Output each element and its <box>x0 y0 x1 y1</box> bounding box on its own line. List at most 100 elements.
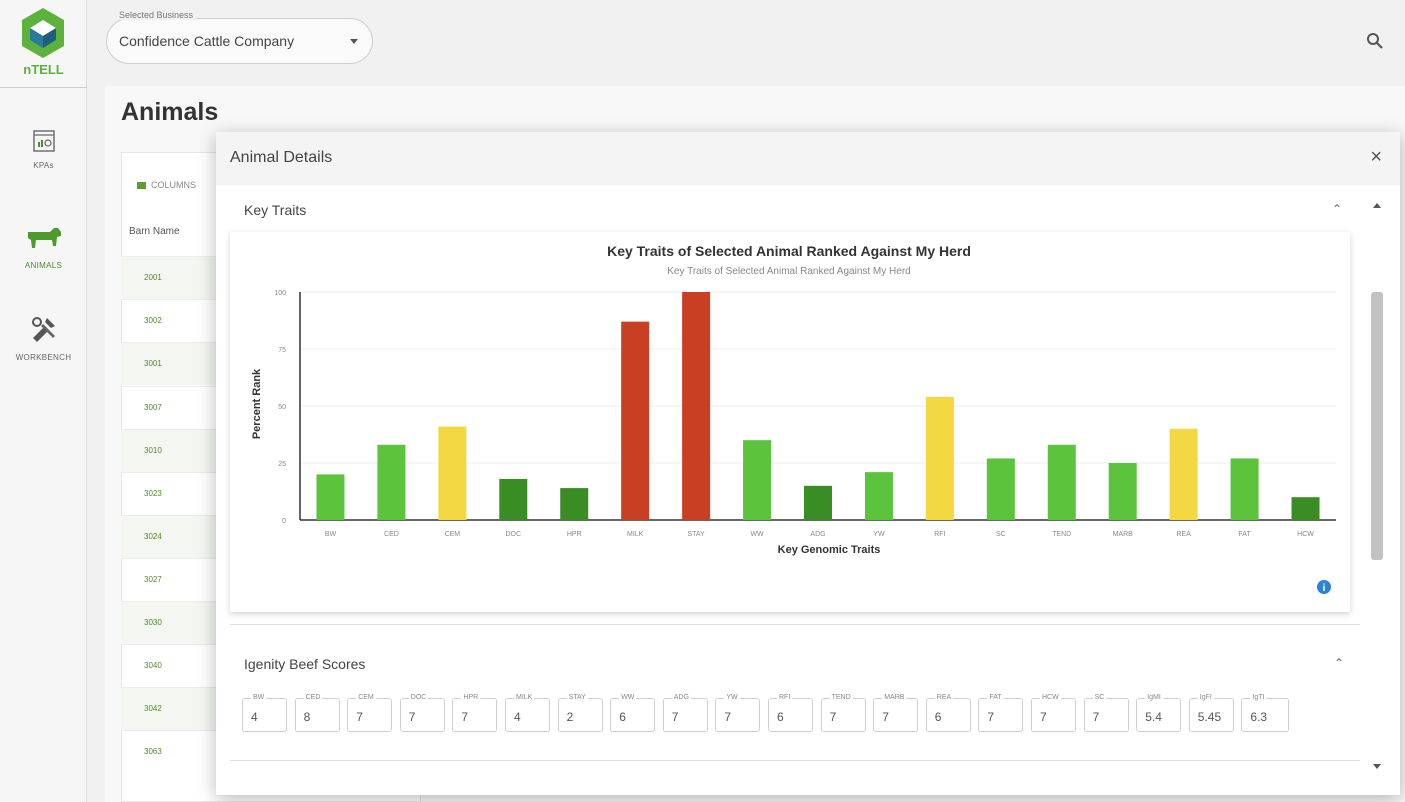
score-field-adg[interactable]: ADG 7 <box>662 693 708 732</box>
x-tick-label: BW <box>325 531 337 538</box>
score-field-igti[interactable]: IgTI 6.3 <box>1241 693 1290 732</box>
bar-ced[interactable] <box>377 444 406 520</box>
bar-milk[interactable] <box>621 321 650 520</box>
bar-adg[interactable] <box>804 485 832 520</box>
scrollbar-thumb[interactable] <box>1371 292 1383 560</box>
score-field-igmi[interactable]: IgMI 5.4 <box>1136 693 1182 732</box>
bar-tend[interactable] <box>1047 444 1076 520</box>
score-field-hcw[interactable]: HCW 7 <box>1031 693 1076 732</box>
x-tick-label: FAT <box>1238 531 1251 538</box>
barn-name-cell: 3002 <box>144 316 162 325</box>
score-field-label: IgTI <box>1250 693 1267 703</box>
bar-hpr[interactable] <box>560 488 589 520</box>
x-tick-label: SC <box>996 531 1006 538</box>
score-field-value: 5.45 <box>1197 710 1222 724</box>
scroll-up-arrow[interactable] <box>1373 203 1381 208</box>
score-field-label: HCW <box>1040 693 1061 703</box>
key-traits-title: Key Traits <box>244 202 307 218</box>
business-select[interactable]: Confidence Cattle Company <box>106 18 373 64</box>
logo[interactable]: nTELL <box>0 0 87 88</box>
bar-sc[interactable] <box>986 458 1015 520</box>
score-field-value: 6 <box>619 710 626 724</box>
score-field-cem[interactable]: CEM 7 <box>347 693 393 732</box>
score-field-ced[interactable]: CED 8 <box>294 693 340 732</box>
bar-rea[interactable] <box>1169 428 1198 520</box>
sidebar-item-animals[interactable]: ANIMALS <box>0 224 87 270</box>
section-divider <box>230 760 1360 761</box>
x-tick-label: CED <box>384 531 399 538</box>
columns-button[interactable]: COLUMNS <box>137 180 196 190</box>
score-field-value: 7 <box>1040 710 1047 724</box>
modal-header: Animal Details × <box>216 132 1400 185</box>
bar-doc[interactable] <box>499 478 528 520</box>
bar-rfi[interactable] <box>925 396 954 520</box>
score-field-label: BW <box>251 693 267 703</box>
barn-name-cell: 2001 <box>144 273 162 282</box>
search-icon[interactable] <box>1366 32 1384 50</box>
bar-ww[interactable] <box>743 440 772 520</box>
score-field-value: 7 <box>461 710 469 724</box>
y-axis-label: Percent Rank <box>251 368 263 439</box>
key-traits-chart: Key Traits of Selected Animal Ranked Aga… <box>251 243 1336 594</box>
sidebar-item-workbench[interactable]: WORKBENCH <box>0 314 87 362</box>
dashboard-icon <box>32 130 55 152</box>
barn-name-cell: 3030 <box>144 618 162 627</box>
bar-bw[interactable] <box>316 474 345 520</box>
bar-hcw[interactable] <box>1291 497 1320 520</box>
score-field-label: SC <box>1092 693 1107 703</box>
bar-cem[interactable] <box>438 426 467 520</box>
score-field-label: YW <box>724 693 740 703</box>
score-field-stay[interactable]: STAY 2 <box>557 693 603 732</box>
score-field-igfi[interactable]: IgFI 5.45 <box>1188 693 1234 732</box>
barn-name-cell: 3042 <box>144 704 162 713</box>
score-field-fat[interactable]: FAT 7 <box>978 693 1024 732</box>
score-field-ww[interactable]: WW 6 <box>610 693 656 732</box>
x-tick-label: RFI <box>934 531 945 538</box>
score-field-value: 7 <box>671 710 679 724</box>
score-field-value: 7 <box>1092 710 1100 724</box>
score-field-value: 7 <box>882 710 889 724</box>
key-traits-chart-card: Key Traits of Selected Animal Ranked Aga… <box>230 232 1350 612</box>
barn-name-cell: 3024 <box>144 532 162 541</box>
y-tick-label: 75 <box>278 347 286 354</box>
score-field-hpr[interactable]: HPR 7 <box>452 693 498 732</box>
score-field-label: TEND <box>829 693 853 703</box>
chevron-up-icon[interactable]: ⌃ <box>1332 202 1342 216</box>
score-field-tend[interactable]: TEND 7 <box>820 693 866 732</box>
score-field-label: IgFI <box>1197 693 1214 703</box>
close-icon[interactable]: × <box>1370 146 1382 169</box>
sidebar-item-kpas[interactable]: KPAs <box>0 130 87 170</box>
chart-subtitle: Key Traits of Selected Animal Ranked Aga… <box>667 266 910 277</box>
y-tick-label: 50 <box>278 404 286 411</box>
score-field-label: MILK <box>514 693 535 703</box>
score-field-value: 7 <box>356 710 363 724</box>
score-field-bw[interactable]: BW 4 <box>242 693 287 732</box>
column-header-barn-name[interactable]: Barn Name <box>129 226 180 237</box>
business-select-label: Selected Business <box>116 10 197 20</box>
tools-icon <box>31 317 55 342</box>
barn-name-cell: 3027 <box>144 575 162 584</box>
score-field-value: 4 <box>251 710 258 724</box>
score-field-milk[interactable]: MILK 4 <box>505 693 550 732</box>
score-field-rfi[interactable]: RFI 6 <box>768 693 813 732</box>
x-tick-label: HCW <box>1297 531 1314 538</box>
sidebar-item-label: WORKBENCH <box>15 353 72 362</box>
x-tick-label: CEM <box>445 531 461 538</box>
bar-marb[interactable] <box>1108 463 1137 520</box>
bar-yw[interactable] <box>864 472 893 520</box>
x-tick-label: REA <box>1176 531 1191 538</box>
scroll-down-arrow[interactable] <box>1373 764 1381 769</box>
x-tick-label: WW <box>750 531 764 538</box>
score-field-value: 7 <box>724 710 732 724</box>
chevron-up-icon[interactable]: ⌃ <box>1334 656 1344 670</box>
barn-name-cell: 3010 <box>144 446 162 455</box>
score-field-marb[interactable]: MARB 7 <box>873 693 919 732</box>
score-field-rea[interactable]: REA 6 <box>925 693 971 732</box>
modal-title: Animal Details <box>230 149 333 166</box>
score-field-sc[interactable]: SC 7 <box>1083 693 1129 732</box>
animal-details-modal: Animal Details × Key Traits ⌃ Key Traits… <box>216 132 1400 795</box>
score-field-yw[interactable]: YW 7 <box>715 693 761 732</box>
score-field-doc[interactable]: DOC 7 <box>399 693 445 732</box>
bar-fat[interactable] <box>1230 458 1259 520</box>
bar-stay[interactable] <box>682 292 711 520</box>
